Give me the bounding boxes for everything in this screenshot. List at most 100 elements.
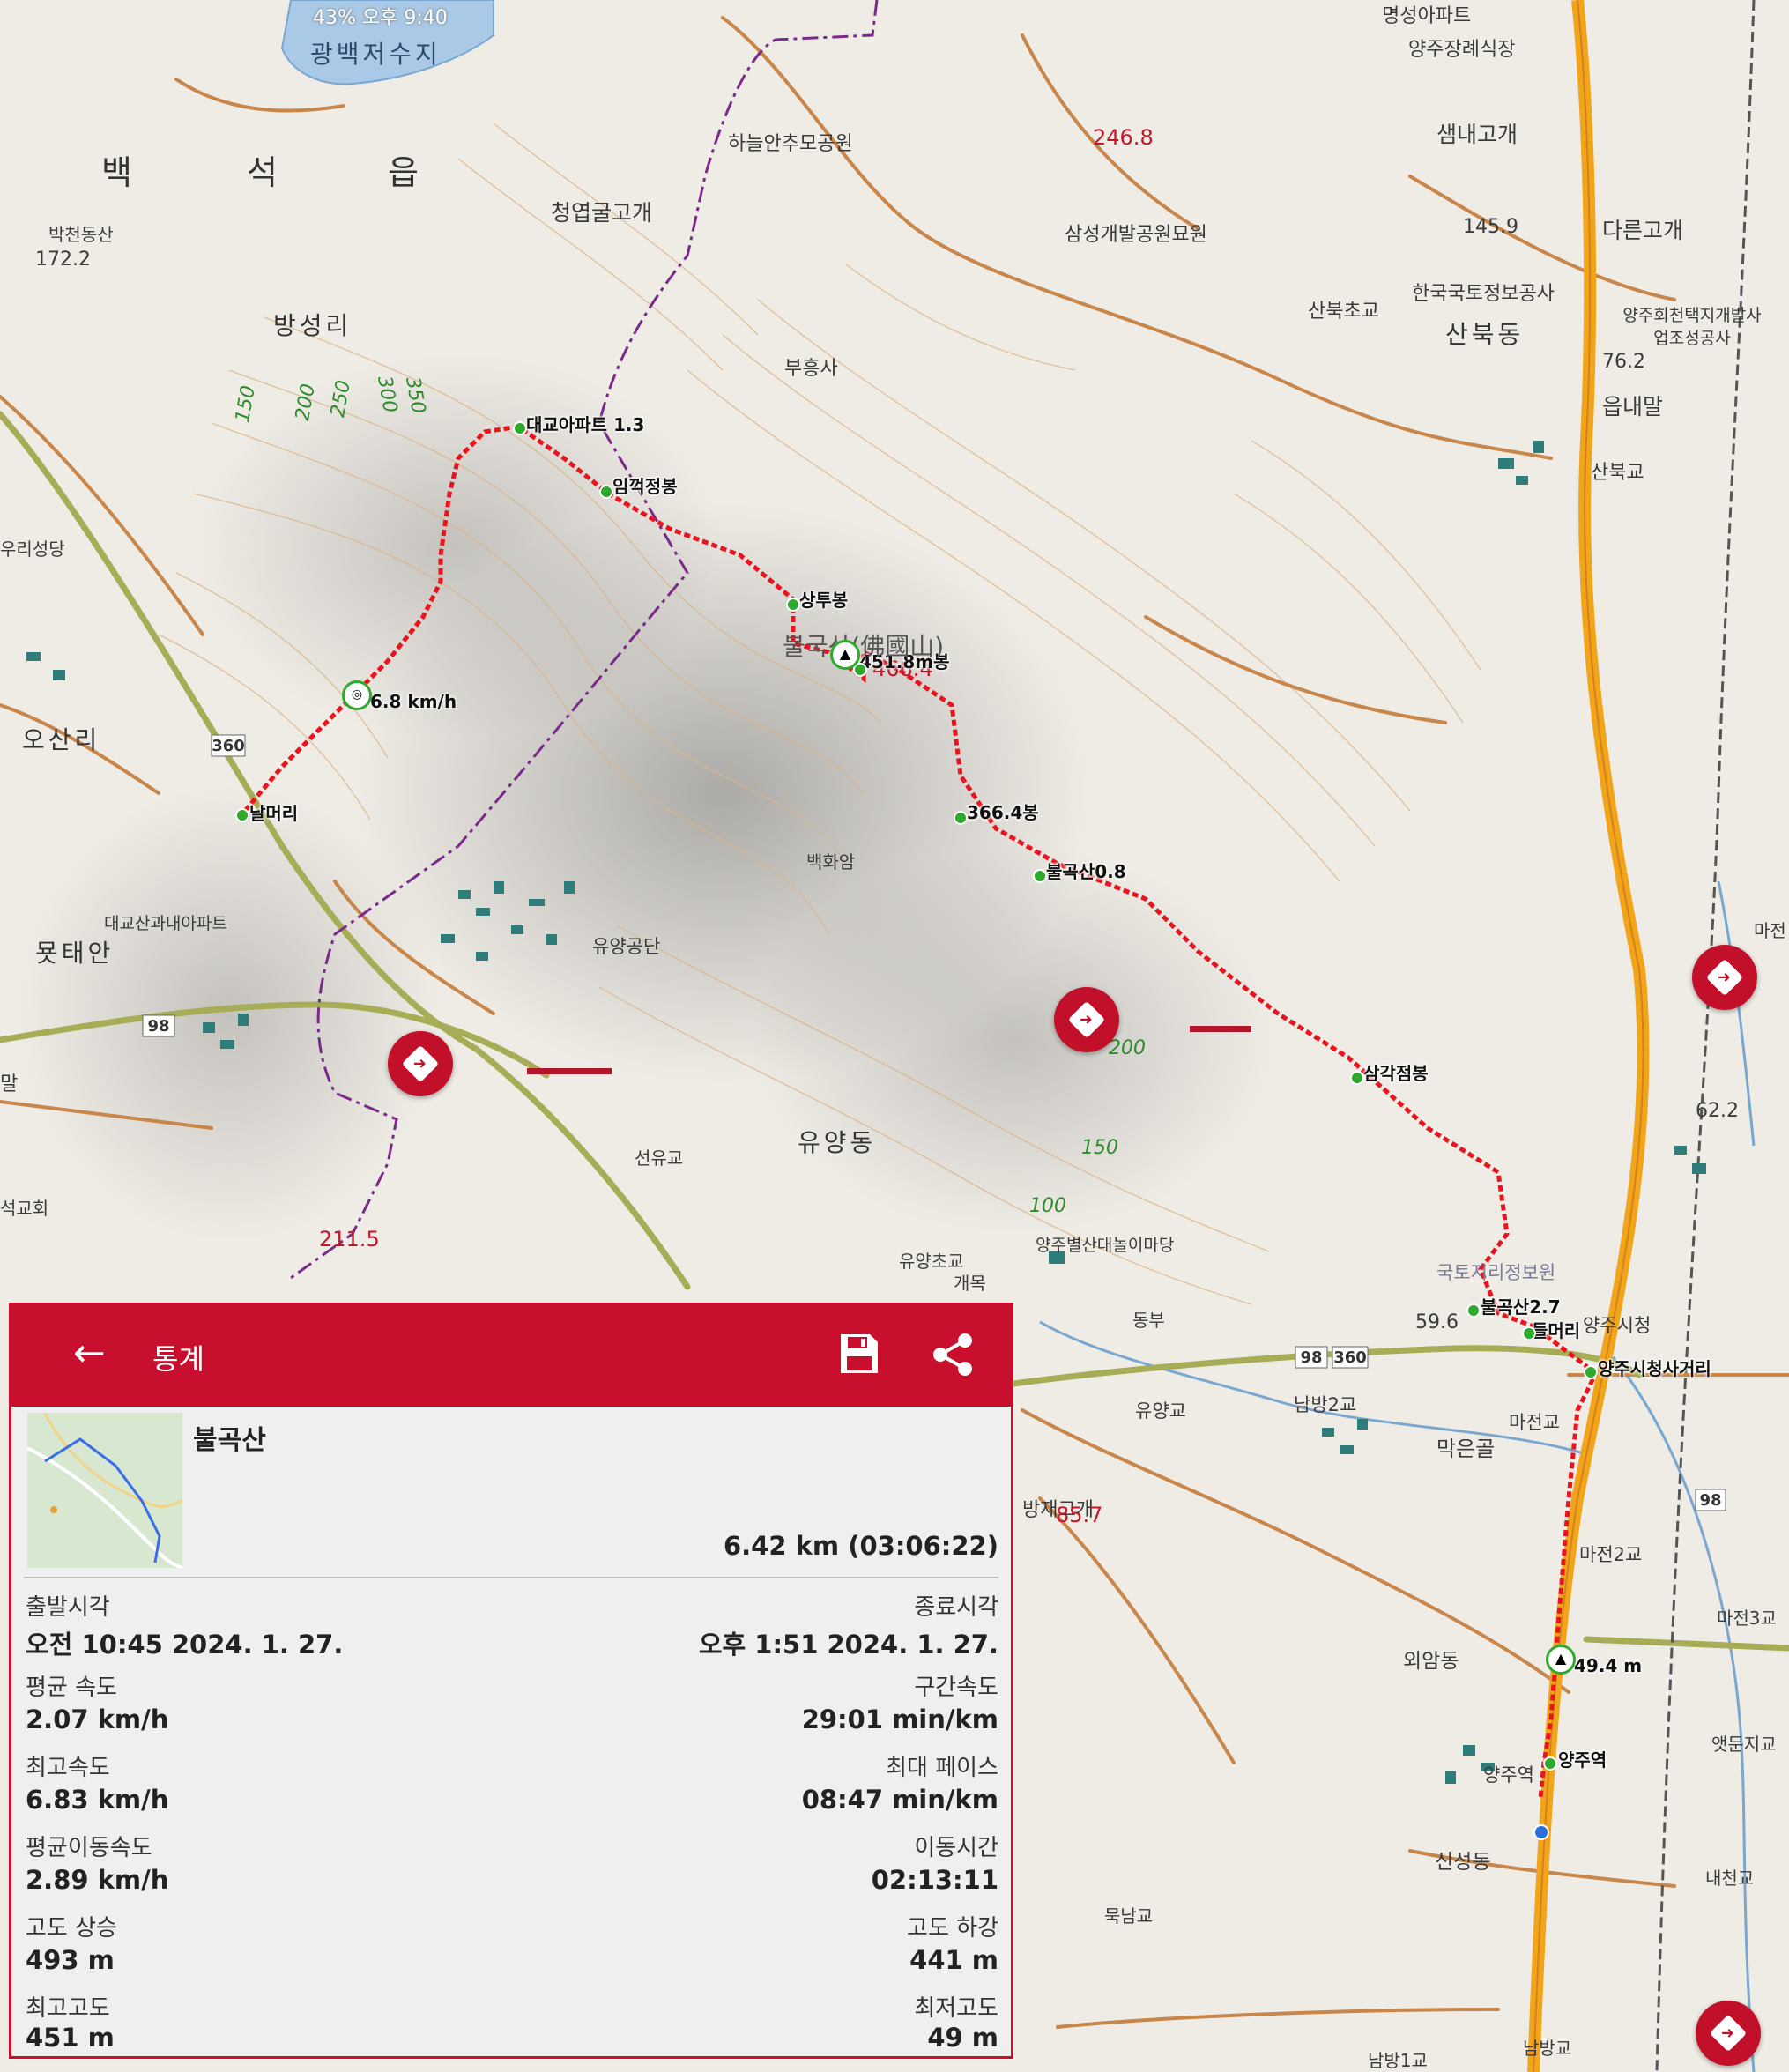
waypoint-dot[interactable] <box>1466 1303 1481 1318</box>
arrow-left-icon[interactable]: ← <box>73 1332 106 1376</box>
elevation-label: 211.5 <box>319 1227 380 1251</box>
svg-text:98: 98 <box>147 1017 169 1036</box>
stat-value: 29:01 min/km <box>801 1704 998 1734</box>
waypoint-dot[interactable] <box>1350 1071 1364 1085</box>
contour-label: 150 <box>1081 1137 1118 1159</box>
stat-label: 종료시각 <box>914 1594 998 1621</box>
elevation-label: 62.2 <box>1696 1100 1739 1122</box>
waypoint-label[interactable]: 삼각점봉 <box>1363 1059 1429 1085</box>
map-label: 다른고개 <box>1602 218 1684 243</box>
map-label: 박천동산 <box>48 224 114 245</box>
map-label: 내천교 <box>1705 1868 1755 1889</box>
save-icon[interactable] <box>838 1332 880 1376</box>
map-label: 읍 <box>388 153 431 192</box>
stat-value: 49 m <box>927 2023 998 2053</box>
map-label: 샘내고개 <box>1436 122 1518 147</box>
map-label: 하늘안추모공원 <box>728 133 853 155</box>
waypoint-dot[interactable] <box>786 598 800 612</box>
stat-label: 최대 페이스 <box>886 1755 998 1781</box>
map-label: 백 <box>101 153 145 192</box>
map-label: 석교회 <box>0 1198 49 1219</box>
stat-label: 출발시각 <box>26 1594 110 1621</box>
svg-text:360: 360 <box>1333 1348 1367 1367</box>
map-label: 대교산과내아파트 <box>104 914 227 933</box>
waypoint-label[interactable]: 들머리 <box>1532 1317 1580 1342</box>
map-label: 묫태안 <box>35 939 115 968</box>
status-bar: 43% 오후 9:40 <box>313 7 448 29</box>
waypoint-label[interactable]: 366.4봉 <box>967 798 1039 824</box>
stat-value: 08:47 min/km <box>801 1785 998 1815</box>
map-label: 막은골 <box>1436 1437 1496 1461</box>
panel-title: 통계 <box>152 1342 204 1376</box>
location-dot <box>1533 1824 1549 1840</box>
waypoint-label[interactable]: 임꺽정봉 <box>612 472 678 498</box>
map-label: 선유교 <box>635 1147 684 1169</box>
map-label: 유양동 <box>798 1128 877 1157</box>
map-label: 명성아파트 <box>1382 5 1472 27</box>
contour-label: 100 <box>1029 1195 1066 1217</box>
map-label: 양주별산대놀이마당 <box>1036 1236 1175 1255</box>
navigate-icon[interactable]: ➜ <box>1054 987 1119 1052</box>
stat-value: 493 m <box>26 1945 115 1975</box>
speed-label: 6.8 km/h <box>370 691 457 712</box>
waypoint-dot[interactable] <box>954 811 968 825</box>
map-label: 남방2교 <box>1294 1394 1357 1415</box>
waypoint-dot[interactable] <box>1543 1756 1557 1771</box>
waypoint-label[interactable]: 불곡산0.8 <box>1046 858 1126 883</box>
navigate-icon[interactable]: ➜ <box>1696 2001 1761 2066</box>
svg-text:98: 98 <box>1699 1491 1721 1510</box>
map-label: 청엽굴고개 <box>551 200 653 226</box>
stat-value: 02:13:11 <box>871 1865 998 1895</box>
map-label: 양주회천택지개발사업조성공사 <box>1622 306 1762 348</box>
divider <box>24 1577 998 1578</box>
track-distance-time: 6.42 km (03:06:22) <box>723 1531 998 1561</box>
navigate-icon[interactable]: ➜ <box>1692 945 1757 1010</box>
map-label: 양주장례식장 <box>1408 39 1516 61</box>
map-label: 앳둔지교 <box>1711 1734 1777 1755</box>
map-label: 남방1교 <box>1368 2050 1428 2071</box>
waypoint-label[interactable]: 불곡산2.7 <box>1481 1293 1561 1318</box>
summit-icon[interactable]: ▲ <box>830 640 860 670</box>
waypoint-dot[interactable] <box>513 421 527 435</box>
map-label: 광백저수지 <box>310 40 442 69</box>
map-label: 마전3교 <box>1717 1608 1777 1629</box>
map-label: 동부 <box>1132 1310 1165 1331</box>
waypoint-label[interactable]: 날머리 <box>249 799 298 825</box>
elevation-label: 85.7 <box>1056 1503 1103 1527</box>
waypoint-label[interactable]: 상투봉 <box>799 586 848 612</box>
stat-label: 구간속도 <box>914 1675 998 1701</box>
stat-value: 2.89 km/h <box>26 1865 169 1895</box>
waypoint-label[interactable]: 대교아파트 1.3 <box>526 411 644 436</box>
waypoint-dot[interactable] <box>1584 1365 1598 1379</box>
map-label: 산북동 <box>1445 320 1525 349</box>
stat-value: 6.83 km/h <box>26 1785 169 1815</box>
map-label: 유양공단 <box>592 936 661 957</box>
waypoint-label[interactable]: 양주역 <box>1558 1746 1607 1771</box>
summit-icon[interactable]: ▲ <box>1546 1645 1576 1675</box>
share-icon[interactable] <box>930 1332 976 1378</box>
waypoint-dot[interactable] <box>1522 1326 1536 1340</box>
waypoint-label[interactable]: 양주시청사거리 <box>1598 1355 1711 1380</box>
stat-value: 오전 10:45 2024. 1. 27. <box>26 1630 344 1660</box>
stat-label: 최고속도 <box>26 1755 110 1781</box>
stat-value: 2.07 km/h <box>26 1704 169 1734</box>
map-label: 말 <box>0 1073 19 1095</box>
map-label: 양주역 <box>1483 1764 1534 1786</box>
stat-value: 451 m <box>26 2023 115 2053</box>
elevation-label: 59.6 <box>1415 1311 1459 1333</box>
waypoint-dot[interactable] <box>1033 869 1047 883</box>
map-label: 마전교 <box>1509 1412 1560 1433</box>
stat-value: 441 m <box>909 1945 998 1975</box>
elevation-marker-label: 49.4 m <box>1574 1655 1643 1676</box>
elevation-label: 172.2 <box>35 249 91 271</box>
map-label: 개목 <box>954 1273 986 1294</box>
track-name: 불곡산 <box>193 1425 266 1456</box>
map-label: 백화암 <box>806 851 856 873</box>
map-label: 부흥사 <box>784 358 838 380</box>
waypoint-dot[interactable] <box>235 808 249 822</box>
map-label: 신성동 <box>1435 1851 1491 1874</box>
stat-value: 오후 1:51 2024. 1. 27. <box>698 1630 998 1660</box>
waypoint-dot[interactable] <box>599 485 613 499</box>
track-thumbnail[interactable] <box>27 1413 182 1568</box>
navigate-icon[interactable]: ➜ <box>388 1031 453 1096</box>
